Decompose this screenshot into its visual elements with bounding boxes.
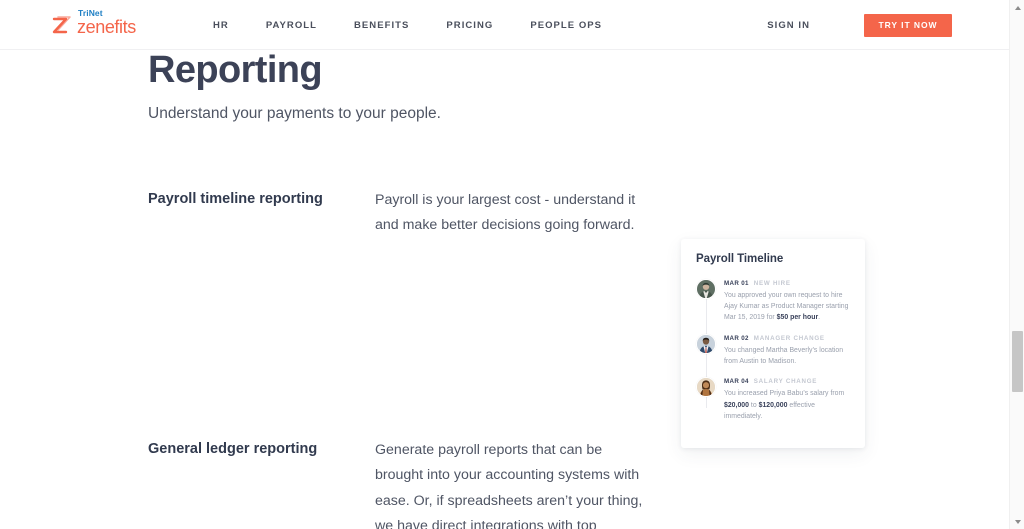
nav-item-people-ops[interactable]: PEOPLE OPS [530, 14, 602, 37]
timeline-body-mid: to [748, 401, 759, 409]
nav-item-pricing[interactable]: PRICING [446, 14, 493, 37]
primary-nav: HR PAYROLL BENEFITS PRICING PEOPLE OPS [213, 0, 602, 50]
try-it-now-button[interactable]: TRY IT NOW [864, 13, 952, 37]
brand-logo-link[interactable]: TriNet zenefits [52, 8, 152, 40]
timeline-body-suffix: . [818, 314, 821, 322]
timeline-entry-tag: NEW HIRE [753, 279, 791, 287]
site-navbar: TriNet zenefits HR PAYROLL BENEFITS PRIC… [0, 0, 1009, 50]
timeline-entry-meta: MAR 04 SALARY CHANGE [724, 378, 850, 386]
timeline-entry: MAR 01 NEW HIRE You approved your own req… [696, 278, 850, 324]
payroll-timeline-card: Payroll Timeline MAR 01 NEW HIRE You app… [681, 239, 865, 448]
timeline-entry: MAR 04 SALARY CHANGE You increased Priya … [696, 377, 850, 422]
feature-heading: General ledger reporting [148, 441, 318, 457]
page-title: Reporting [148, 49, 323, 91]
timeline-body-prefix: You changed Martha Beverly’s location fr… [724, 346, 844, 366]
scrollbar-thumb[interactable] [1012, 331, 1023, 392]
nav-item-payroll[interactable]: PAYROLL [266, 14, 317, 37]
zenefits-z-icon [52, 16, 74, 36]
nav-item-benefits[interactable]: BENEFITS [354, 14, 409, 37]
page-subtitle: Understand your payments to your people. [148, 105, 441, 122]
timeline-entry-date: MAR 01 [724, 279, 749, 287]
timeline-entry-meta: MAR 02 MANAGER CHANGE [724, 335, 850, 343]
timeline-entry-tag: MANAGER CHANGE [753, 334, 825, 342]
page-scrollbar[interactable] [1009, 0, 1024, 529]
nav-item-hr[interactable]: HR [213, 14, 229, 37]
avatar-photo-icon [696, 377, 716, 398]
chevron-up-icon[interactable] [1010, 0, 1024, 15]
avatar-photo-icon [696, 333, 716, 354]
feature-body: Generate payroll reports that can be bro… [375, 442, 643, 529]
timeline-entry-tag: SALARY CHANGE [753, 378, 818, 386]
timeline-entry-body: You changed Martha Beverly’s location fr… [724, 345, 850, 367]
payroll-timeline-list: MAR 01 NEW HIRE You approved your own req… [696, 278, 850, 422]
payroll-timeline-title: Payroll Timeline [696, 253, 784, 265]
timeline-body-amount-from: $20,000 [724, 401, 749, 409]
sign-in-link[interactable]: SIGN IN [767, 20, 810, 31]
timeline-entry-text: MAR 01 NEW HIRE You approved your own req… [724, 280, 850, 324]
timeline-entry-body: You increased Priya Babu’s salary from $… [724, 388, 850, 422]
timeline-entry: MAR 02 MANAGER CHANGE You changed Martha … [696, 333, 850, 368]
nav-actions: SIGN IN TRY IT NOW [767, 0, 952, 50]
timeline-entry-date: MAR 04 [724, 378, 749, 386]
feature-heading: Payroll timeline reporting [148, 191, 323, 207]
timeline-body-prefix: You increased Priya Babu’s salary from [724, 390, 845, 398]
chevron-down-icon[interactable] [1010, 514, 1024, 529]
timeline-entry-text: MAR 02 MANAGER CHANGE You changed Martha … [724, 335, 850, 368]
timeline-entry-meta: MAR 01 NEW HIRE [724, 280, 850, 288]
page-root: TriNet zenefits HR PAYROLL BENEFITS PRIC… [0, 0, 1024, 529]
timeline-entry-body: You approved your own request to hire Aj… [724, 290, 850, 324]
timeline-body-amount-to: $120,000 [758, 401, 788, 409]
timeline-entry-text: MAR 04 SALARY CHANGE You increased Priya … [724, 378, 850, 422]
browser-viewport: TriNet zenefits HR PAYROLL BENEFITS PRIC… [0, 0, 1009, 529]
timeline-body-amount: $50 per hour [776, 314, 819, 322]
avatar-photo-icon [696, 278, 716, 299]
feature-body: Payroll is your largest cost - understan… [375, 192, 636, 234]
timeline-entry-date: MAR 02 [724, 334, 749, 342]
brand-zenefits-text: zenefits [77, 17, 136, 37]
